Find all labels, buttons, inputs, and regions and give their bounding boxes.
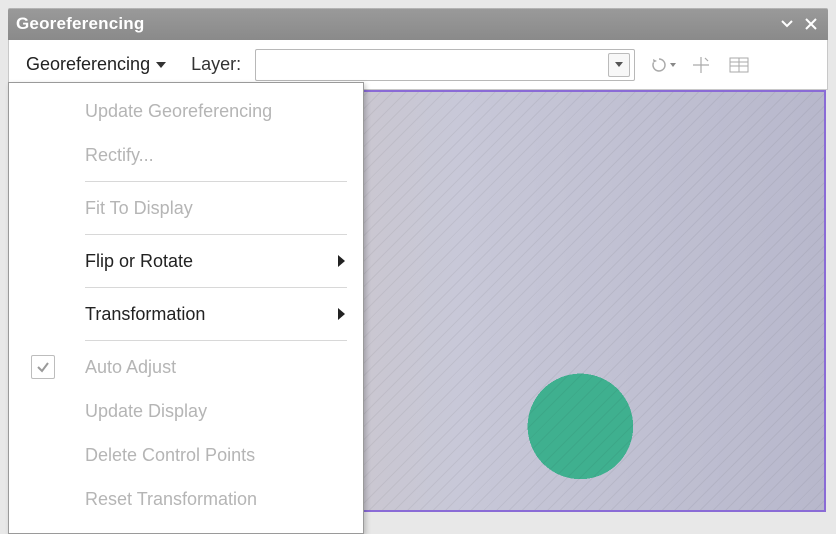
menu-item-reset-transformation: Reset Transformation xyxy=(9,477,363,521)
menu-item-label: Reset Transformation xyxy=(85,489,257,510)
chevron-right-icon xyxy=(338,255,345,267)
menu-separator xyxy=(85,234,347,235)
menu-separator xyxy=(85,340,347,341)
georeferencing-dropdown[interactable]: Georeferencing xyxy=(15,48,177,82)
georeferencing-panel: Georeferencing Georeferencing Layer: xyxy=(8,8,828,90)
chevron-right-icon xyxy=(338,308,345,320)
menu-item-update-display: Update Display xyxy=(9,389,363,433)
menu-separator xyxy=(85,287,347,288)
menu-item-label: Auto Adjust xyxy=(85,357,176,378)
menu-item-delete-control-points: Delete Control Points xyxy=(9,433,363,477)
menu-item-fit-to-display: Fit To Display xyxy=(9,186,363,230)
menu-item-label: Update Display xyxy=(85,401,207,422)
checkmark-icon xyxy=(31,355,55,379)
close-icon[interactable] xyxy=(802,15,820,33)
menu-item-label: Rectify... xyxy=(85,145,154,166)
menu-item-flip-or-rotate[interactable]: Flip or Rotate xyxy=(9,239,363,283)
titlebar-controls xyxy=(778,15,820,33)
rotate-tool-icon[interactable] xyxy=(649,51,677,79)
chevron-down-icon xyxy=(156,62,166,68)
layer-label: Layer: xyxy=(183,54,249,75)
georeferencing-menu: Update Georeferencing Rectify... Fit To Di… xyxy=(8,82,364,534)
menu-item-label: Transformation xyxy=(85,304,205,325)
menu-item-update-georeferencing: Update Georeferencing xyxy=(9,89,363,133)
menu-item-transformation[interactable]: Transformation xyxy=(9,292,363,336)
add-control-point-icon[interactable] xyxy=(687,51,715,79)
menu-separator xyxy=(85,181,347,182)
menu-item-label: Fit To Display xyxy=(85,198,193,219)
dropdown-label: Georeferencing xyxy=(26,54,150,75)
panel-title: Georeferencing xyxy=(16,14,778,34)
link-table-icon[interactable] xyxy=(725,51,753,79)
layer-combobox[interactable] xyxy=(255,49,635,81)
menu-item-label: Update Georeferencing xyxy=(85,101,272,122)
titlebar[interactable]: Georeferencing xyxy=(8,8,828,40)
toolbar-icons xyxy=(649,51,753,79)
menu-item-rectify: Rectify... xyxy=(9,133,363,177)
menu-item-label: Flip or Rotate xyxy=(85,251,193,272)
chevron-down-icon[interactable] xyxy=(608,53,630,77)
menu-item-label: Delete Control Points xyxy=(85,445,255,466)
minimize-arrow-icon[interactable] xyxy=(778,15,796,33)
menu-item-auto-adjust: Auto Adjust xyxy=(9,345,363,389)
